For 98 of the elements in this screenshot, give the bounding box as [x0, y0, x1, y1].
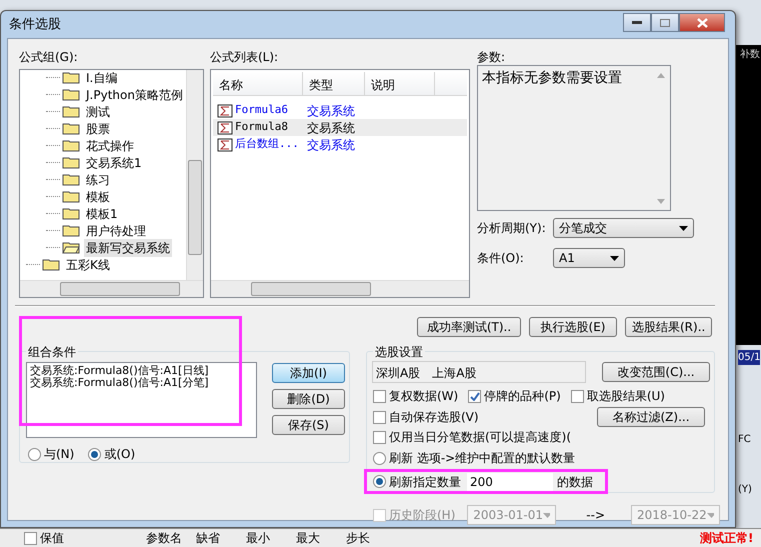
folder-icon [62, 156, 80, 169]
checkbox-option[interactable]: 仅用当日分笔数据(可以提高速度)( [373, 428, 714, 446]
column-header[interactable]: 说明 [365, 72, 435, 95]
dropdown[interactable]: A1 [553, 248, 625, 268]
dropdown-arrow-icon [679, 226, 688, 230]
folder-icon [62, 122, 80, 135]
column-header[interactable]: 类型 [303, 72, 365, 95]
filter-button[interactable]: 名称过滤(Z)... [597, 407, 705, 427]
folder-icon [62, 173, 80, 186]
close-icon [696, 18, 708, 28]
scroll-up-icon[interactable] [657, 73, 665, 78]
suffix-text: 的数据 [557, 474, 593, 490]
radio-option[interactable]: 或(O) [88, 445, 136, 463]
folder-icon [42, 258, 60, 271]
dropdown-arrow-icon [706, 512, 714, 518]
tree-item[interactable]: 股票 [84, 120, 112, 138]
column-header: 最小 [246, 530, 271, 547]
folder-icon [62, 88, 80, 101]
tree-item[interactable]: 五彩K线 [64, 256, 112, 274]
tree-item[interactable]: 花式操作 [84, 136, 136, 154]
list-row[interactable]: 后台数组... 交易系统 [213, 136, 467, 153]
count-field[interactable]: 200 [467, 472, 553, 490]
scope-field: 深圳A股 上海A股 [372, 361, 586, 383]
status-text: 测试正常! [700, 530, 754, 547]
column-header: 步长 [346, 530, 371, 547]
action-button[interactable]: 成功率测试(T).. [417, 317, 521, 337]
minimize-icon [632, 20, 642, 24]
radio-option[interactable]: 刷新 选项->维护中配置的默认数量 [373, 449, 576, 467]
arrow-text: --> [586, 507, 605, 524]
condition-line: 交易系统:Formula8()信号:A1[日线] [30, 365, 210, 377]
formula-icon [217, 104, 233, 118]
params-text: 本指标无参数需要设置 [482, 70, 622, 86]
formula-icon [217, 120, 233, 134]
formula-type: 交易系统 [307, 136, 355, 154]
action-button[interactable]: 选股结果(R).. [625, 317, 712, 337]
formula-type: 交易系统 [307, 120, 355, 136]
horizontal-scrollbar[interactable] [20, 280, 203, 297]
radio-option[interactable]: 刷新指定数量 [373, 472, 461, 490]
maximize-icon [660, 18, 670, 26]
list-row[interactable]: Formula6 交易系统 [213, 102, 467, 119]
tree-item[interactable]: 模板 [84, 188, 112, 206]
list-row[interactable]: Formula8 交易系统 [213, 119, 467, 136]
maximize-button[interactable] [651, 13, 679, 32]
formula-type: 交易系统 [307, 102, 355, 120]
column-header: 最大 [296, 530, 321, 547]
folder-icon [62, 224, 80, 237]
folder-icon [62, 241, 80, 254]
formula-name: Formula8 [235, 119, 289, 136]
group-label: 组合条件 [26, 343, 78, 361]
formula-name: 后台数组... [235, 136, 300, 152]
checkbox-option[interactable]: 停牌的品种(P) [468, 387, 561, 405]
dropdown[interactable]: 分笔成交 [553, 218, 694, 238]
checkbox-option[interactable]: 复权数据(W) [373, 387, 458, 405]
group-label: 选股设置 [373, 343, 425, 361]
tree-item[interactable]: 最新写交易系统 [84, 238, 172, 256]
scroll-down-icon[interactable] [657, 199, 665, 204]
field-label: 条件(O): [477, 250, 525, 266]
window-title: 条件选股 [9, 17, 61, 32]
tree-item[interactable]: 测试 [84, 102, 112, 120]
condition-line: 交易系统:Formula8()信号:A1[分笔] [30, 377, 210, 389]
radio-option[interactable]: 与(N) [28, 445, 74, 463]
horizontal-scrollbar[interactable] [211, 280, 469, 297]
folder-icon [62, 71, 80, 84]
action-button[interactable]: 执行选股(E) [529, 317, 617, 337]
column-header: 缺省 [196, 530, 221, 547]
combo-button[interactable]: 添加(I) [272, 363, 345, 383]
minimize-button[interactable] [623, 13, 651, 32]
combo-button[interactable]: 保存(S) [272, 415, 345, 435]
side-label: FC [738, 433, 751, 447]
formula-name: Formula6 [235, 102, 289, 118]
formula-icon [217, 138, 233, 152]
panel-label: 公式组(G): [19, 49, 79, 65]
folder-icon [62, 105, 80, 118]
dropdown-arrow-icon [543, 512, 550, 518]
keep-value-checkbox[interactable]: 保值 [24, 529, 124, 547]
checkmark-icon [470, 392, 480, 400]
tree-item[interactable]: 用户待处理 [84, 222, 148, 240]
combo-button[interactable]: 删除(D) [272, 389, 345, 409]
scope-button[interactable]: 改变范围(C)... [602, 362, 710, 382]
folder-icon [62, 139, 80, 152]
side-label: 05/1 [738, 350, 760, 365]
tree-item[interactable]: 模板1 [84, 204, 120, 222]
tree-item[interactable]: J.Python策略范例 [84, 86, 185, 104]
panel-label: 参数: [477, 49, 506, 65]
folder-icon [62, 207, 80, 220]
vertical-scrollbar[interactable] [186, 70, 203, 280]
tree-item[interactable]: 交易系统1 [84, 154, 144, 172]
panel-label: 公式列表(L): [210, 49, 280, 65]
close-button[interactable] [679, 13, 725, 32]
field-label: 分析周期(Y): [477, 220, 547, 236]
checkbox-option[interactable]: 取选股结果(U) [570, 387, 665, 405]
tree-item[interactable]: I.自编 [84, 70, 120, 86]
dropdown-arrow-icon [610, 256, 619, 260]
folder-icon [62, 190, 80, 203]
column-header[interactable]: 名称 [213, 72, 303, 95]
side-label: (Y) [738, 483, 752, 497]
checkbox-option[interactable]: 自动保存选股(V) [373, 408, 597, 426]
tree-item[interactable]: 练习 [84, 170, 112, 188]
